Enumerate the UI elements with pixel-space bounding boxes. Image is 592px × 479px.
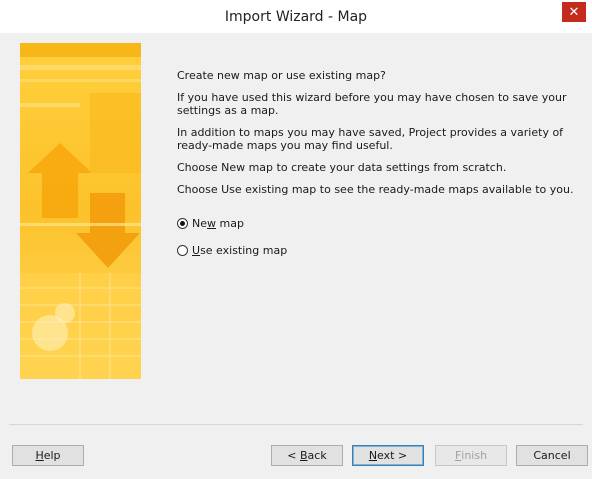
import-wizard-window: Import Wizard - Map ✕ Create new map or … (0, 0, 592, 479)
existing-map-radio[interactable] (177, 245, 188, 256)
paragraph-new-map-instructions: Choose New map to create your data setti… (177, 161, 507, 174)
paragraph-previous-maps: If you have used this wizard before you … (177, 91, 567, 117)
back-button[interactable]: < Back (271, 445, 343, 466)
help-button[interactable]: Help (12, 445, 84, 466)
next-button[interactable]: Next > (352, 445, 424, 466)
wizard-banner-image (20, 43, 141, 379)
existing-map-option[interactable]: Use existing map (177, 244, 287, 257)
new-map-label: New map (192, 217, 244, 230)
paragraph-existing-map-instructions: Choose Use existing map to see the ready… (177, 183, 574, 196)
new-map-option[interactable]: New map (177, 217, 244, 230)
paragraph-ready-made-maps: In addition to maps you may have saved, … (177, 126, 564, 152)
close-button[interactable]: ✕ (562, 2, 586, 22)
close-icon: ✕ (568, 4, 580, 20)
new-map-radio[interactable] (177, 218, 188, 229)
finish-button[interactable]: Finish (435, 445, 507, 466)
wizard-body: Create new map or use existing map? If y… (9, 33, 592, 441)
footer-separator (9, 424, 583, 425)
window-title: Import Wizard - Map (224, 8, 368, 25)
cancel-button[interactable]: Cancel (516, 445, 588, 466)
existing-map-label: Use existing map (192, 244, 288, 257)
banner-art (20, 43, 141, 379)
title-bar: Import Wizard - Map ✕ (0, 0, 592, 33)
wizard-heading: Create new map or use existing map? (177, 69, 386, 82)
